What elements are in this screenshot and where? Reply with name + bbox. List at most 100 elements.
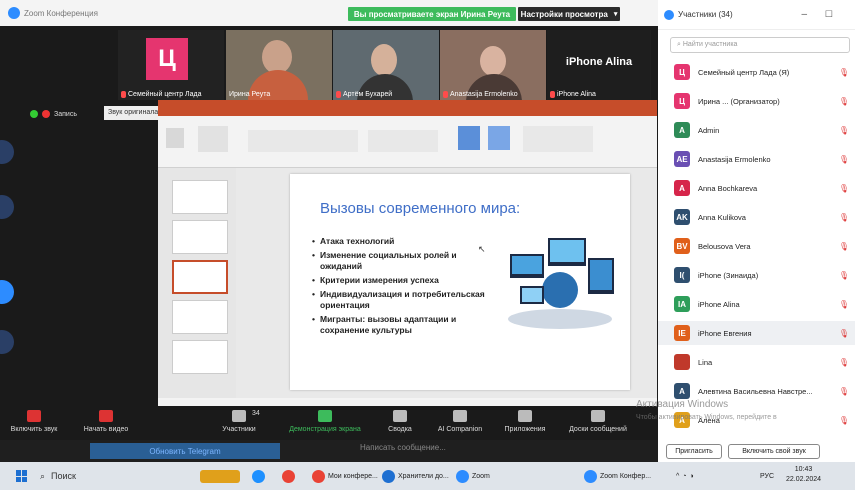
participant-video bbox=[371, 44, 397, 76]
taskbar-item-label: Zoom bbox=[472, 472, 490, 480]
participants-count: 34 bbox=[252, 410, 260, 417]
ai-companion-button[interactable]: AI Companion bbox=[430, 410, 490, 433]
participant-avatar: A bbox=[674, 180, 690, 196]
record-label: Запись bbox=[54, 110, 77, 118]
slide-thumbnail[interactable] bbox=[172, 220, 228, 254]
participant-row[interactable]: A Admin 🎙 bbox=[658, 118, 855, 142]
participant-row[interactable]: Ц Семейный центр Лада (Я) 🎙 bbox=[658, 60, 855, 84]
taskbar-item[interactable]: Zoom Конфер... bbox=[584, 467, 651, 485]
participant-name: iPhone Alina bbox=[698, 299, 740, 309]
windows-taskbar: ⌕ Поиск Мои конфере... Хранители до... Z… bbox=[0, 462, 855, 490]
drawing-group bbox=[523, 126, 593, 152]
windows-start-icon[interactable] bbox=[16, 470, 28, 482]
participant-row[interactable]: AK Anna Kulikova 🎙 bbox=[658, 205, 855, 229]
muted-mic-icon: 🎙 bbox=[838, 212, 849, 222]
clock[interactable]: 10:43 22.02.2024 bbox=[786, 465, 821, 485]
edge-icon[interactable] bbox=[252, 467, 265, 485]
tile-label: Артём Бухарей bbox=[343, 91, 393, 98]
mute-label: Включить звук bbox=[10, 426, 58, 433]
desktop-icon bbox=[0, 280, 14, 304]
mouse-cursor-icon: ↖ bbox=[478, 244, 486, 254]
slide-thumbnail[interactable] bbox=[172, 180, 228, 214]
participant-name: Lina bbox=[698, 357, 713, 367]
maximize-icon[interactable]: ☐ bbox=[825, 9, 833, 20]
whiteboards-button[interactable]: Доски сообщений bbox=[562, 410, 634, 433]
activation-title: Активация Windows bbox=[636, 399, 729, 410]
participant-name: Anastasija Ermolenko bbox=[698, 154, 771, 164]
paragraph-group bbox=[368, 130, 438, 152]
participant-name: Anna Kulikova bbox=[698, 212, 746, 222]
windows-activation-watermark: Активация Windows Чтобы активировать Win… bbox=[636, 398, 777, 424]
wifi-icon: ◔ bbox=[682, 472, 687, 480]
search-icon: ⌕ bbox=[40, 470, 46, 481]
participant-video bbox=[480, 46, 506, 76]
taskbar-people-icon[interactable] bbox=[200, 467, 240, 485]
zoom-window: Zoom Конференция Вы просматриваете экран… bbox=[0, 0, 658, 462]
taskbar-item[interactable]: Zoom bbox=[456, 467, 490, 485]
minimize-icon[interactable]: – bbox=[801, 9, 807, 20]
participant-name: Admin bbox=[698, 125, 720, 135]
summary-button[interactable]: Сводка bbox=[380, 410, 420, 433]
whiteboard-icon bbox=[591, 410, 605, 422]
volume-icon: ◑ bbox=[689, 472, 694, 480]
share-label: Демонстрация экрана bbox=[289, 426, 361, 433]
participants-panel-title: Участники (34) bbox=[678, 10, 733, 19]
participant-avatar: I( bbox=[674, 267, 690, 283]
slide-thumbnail[interactable] bbox=[172, 340, 228, 374]
participant-row[interactable]: I(iPhone (Зинаида) 🎙 bbox=[658, 263, 855, 287]
participant-search-input[interactable]: ⌕ Найти участника bbox=[670, 37, 850, 53]
participant-row[interactable]: AE Anastasija Ermolenko 🎙 bbox=[658, 147, 855, 171]
participants-panel-title-bar: Участники (34) – ☐ bbox=[658, 0, 855, 30]
language-indicator[interactable]: РУС bbox=[760, 467, 774, 485]
participant-row[interactable]: A Anna Bochkareva 🎙 bbox=[658, 176, 855, 200]
participant-row[interactable]: IA iPhone Alina 🎙 bbox=[658, 292, 855, 316]
muted-mic-icon: 🎙 bbox=[838, 67, 849, 77]
apps-button[interactable]: Приложения bbox=[496, 410, 554, 433]
participant-name: iPhone (Зинаида) bbox=[698, 270, 759, 280]
unmute-self-button[interactable]: Включить свой звук bbox=[728, 444, 820, 459]
share-screen-icon bbox=[318, 410, 332, 422]
video-tile-alina[interactable]: iPhone Alina iPhone Alina bbox=[547, 30, 651, 100]
taskbar-search[interactable]: ⌕ Поиск bbox=[40, 466, 160, 486]
share-screen-button[interactable]: Демонстрация экрана bbox=[282, 410, 368, 433]
taskbar-search-label: Поиск bbox=[51, 471, 76, 481]
recording-indicator[interactable]: Запись bbox=[30, 110, 77, 118]
zoom-logo-icon bbox=[8, 7, 20, 19]
telegram-message-input[interactable]: Написать сообщение... bbox=[360, 443, 446, 452]
slide-thumbnail-active[interactable] bbox=[172, 260, 228, 294]
apps-icon bbox=[518, 410, 532, 422]
muted-mic-icon: 🎙 bbox=[838, 328, 849, 338]
invite-button[interactable]: Пригласить bbox=[666, 444, 722, 459]
video-tile-artem[interactable]: Артём Бухарей bbox=[333, 30, 439, 100]
summary-label: Сводка bbox=[388, 426, 412, 433]
video-tile-anastasija[interactable]: Anastasija Ermolenko bbox=[440, 30, 546, 100]
slide-canvas: Вызовы современного мира: Атака технолог… bbox=[290, 174, 630, 390]
muted-mic-icon: 🎙 bbox=[838, 125, 849, 135]
muted-mic-icon: 🎙 bbox=[838, 299, 849, 309]
taskbar-item[interactable]: Хранители до... bbox=[382, 467, 449, 485]
participant-row[interactable]: Lina 🎙 bbox=[658, 350, 855, 374]
slides-group bbox=[198, 126, 228, 152]
chrome-icon[interactable] bbox=[282, 467, 295, 485]
participant-row[interactable]: BV Belousova Vera 🎙 bbox=[658, 234, 855, 258]
participant-name: Семейный центр Лада (Я) bbox=[698, 67, 790, 77]
muted-mic-icon: 🎙 bbox=[838, 154, 849, 164]
participant-row[interactable]: IЕ iPhone Евгения 🎙 bbox=[658, 321, 855, 345]
tile-label: Семейный центр Лада bbox=[128, 91, 202, 98]
mute-button[interactable]: Включить звук bbox=[6, 410, 62, 433]
participant-name: Алевтина Васильевна Навстре... bbox=[698, 386, 813, 396]
start-video-button[interactable]: Начать видео bbox=[78, 410, 134, 433]
telegram-update-button[interactable]: Обновить Telegram bbox=[90, 443, 280, 459]
muted-mic-icon bbox=[443, 91, 448, 98]
participant-row[interactable]: Ц Ирина ... (Организатор) 🎙 bbox=[658, 89, 855, 113]
taskbar-item[interactable]: Мои конфере... bbox=[312, 467, 378, 485]
view-options-button[interactable]: Настройки просмотра ▾ bbox=[518, 7, 620, 21]
slide-bullet: Атака технологий bbox=[312, 236, 487, 247]
video-tile-irina[interactable]: Ирина Реута bbox=[226, 30, 332, 100]
video-tile-lada[interactable]: Ц Семейный центр Лада bbox=[118, 30, 224, 100]
tray-icons[interactable]: ^ ◔ ◑ bbox=[676, 467, 694, 485]
slide-thumbnail[interactable] bbox=[172, 300, 228, 334]
technology-illustration bbox=[508, 238, 614, 329]
slide-bullets: Атака технологий Изменение социальных ро… bbox=[312, 236, 487, 339]
participant-video bbox=[262, 40, 292, 74]
